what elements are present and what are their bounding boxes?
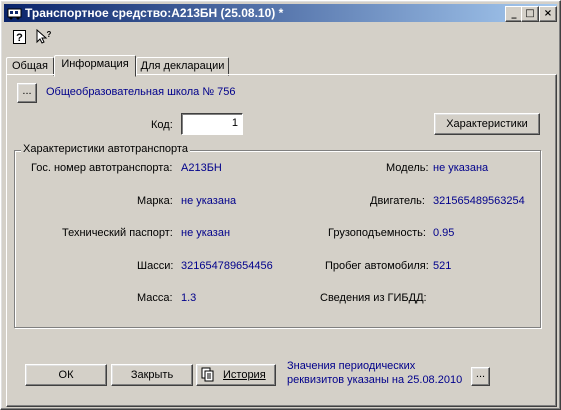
ok-button[interactable]: ОК [25, 364, 107, 386]
dvigatel-value: 321565489563254 [433, 195, 525, 207]
dvigatel-label: Двигатель: [370, 195, 425, 207]
gruz-value: 0.95 [433, 227, 455, 239]
maximize-button[interactable]: □ [521, 6, 539, 22]
periodic-note-line2: реквизитов указаны на 25.08.2010 [287, 374, 463, 386]
tab-information[interactable]: Информация [54, 55, 136, 77]
model-label: Модель: [386, 162, 429, 174]
shassi-label: Шасси: [137, 260, 174, 272]
select-organization-button[interactable]: ... [17, 83, 37, 103]
kod-label: Код: [151, 119, 173, 131]
organization-link[interactable]: Общеобразовательная школа № 756 [46, 86, 236, 98]
svg-text:?: ? [16, 32, 23, 44]
help-icon[interactable]: ? [12, 29, 28, 45]
gos-nomer-label: Гос. номер автотранспорта: [31, 162, 173, 174]
characteristics-button[interactable]: Характеристики [434, 113, 540, 135]
massa-value: 1.3 [181, 292, 197, 304]
tech-passport-label: Технический паспорт: [62, 227, 173, 239]
kod-input[interactable]: 1 [181, 113, 243, 135]
gos-nomer-value: А213БН [181, 162, 222, 174]
tech-passport-value: не указан [181, 227, 231, 239]
close-dialog-button[interactable]: Закрыть [111, 364, 193, 386]
history-button[interactable]: История [196, 364, 276, 386]
vehicle-characteristics-group [14, 150, 541, 328]
marka-label: Марка: [137, 195, 173, 207]
history-icon [201, 367, 214, 382]
probeg-value: 521 [433, 260, 452, 272]
periodic-note-line1: Значения периодических [287, 360, 416, 372]
close-button[interactable]: × [539, 6, 557, 22]
periodic-details-button[interactable]: ... [471, 367, 490, 386]
window: Транспортное средство:А213БН (25.08.10) … [0, 0, 561, 410]
massa-label: Масса: [137, 292, 173, 304]
model-value: не указана [433, 162, 489, 174]
marka-value: не указана [181, 195, 237, 207]
shassi-value: 321654789654456 [181, 260, 273, 272]
gibdd-label: Сведения из ГИБДД: [320, 292, 427, 304]
vehicle-icon [7, 8, 22, 20]
title-bar[interactable]: Транспортное средство:А213БН (25.08.10) … [4, 4, 557, 22]
kod-value: 1 [231, 117, 238, 129]
whats-this-icon[interactable]: ? [35, 28, 52, 45]
history-label: История [223, 369, 266, 381]
gruz-label: Грузоподъемность: [328, 227, 426, 239]
group-title: Характеристики автотранспорта [21, 143, 190, 155]
probeg-label: Пробег автомобиля: [325, 260, 429, 272]
window-title: Транспортное средство:А213БН (25.08.10) … [25, 6, 284, 20]
svg-text:?: ? [47, 30, 52, 39]
